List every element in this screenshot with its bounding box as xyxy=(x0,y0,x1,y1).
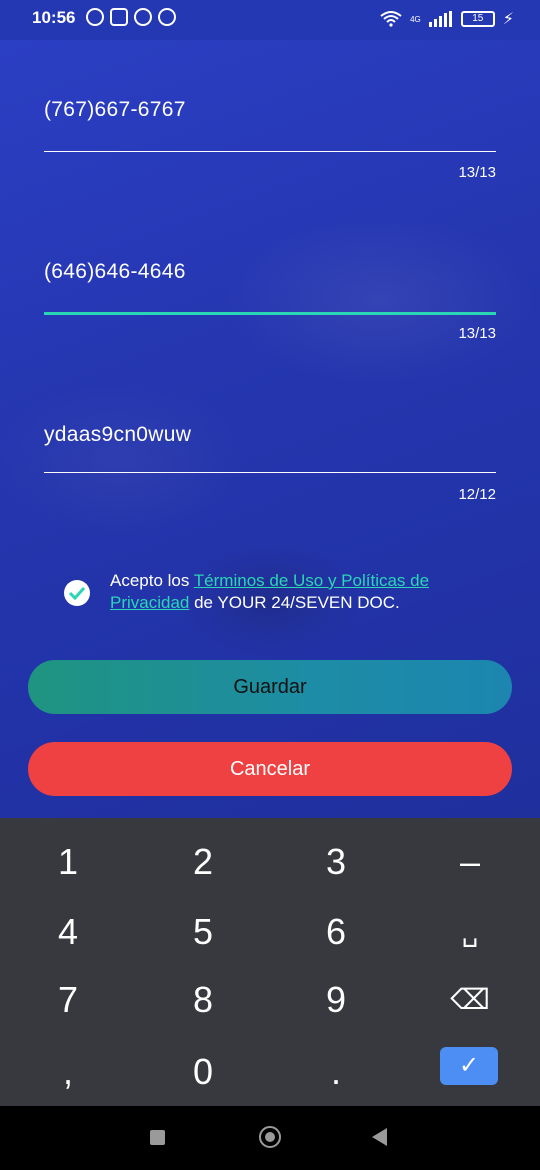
code-field-value[interactable]: ydaas9cn0wuw xyxy=(44,423,496,447)
signal-icon xyxy=(428,11,453,27)
key-1[interactable]: 1 xyxy=(8,830,128,894)
charging-icon: ⚡ xyxy=(502,11,514,28)
wifi-icon xyxy=(380,11,402,27)
system-icons: 4G 15 ⚡ xyxy=(380,9,514,29)
key-3[interactable]: 3 xyxy=(276,830,396,894)
app-icon xyxy=(158,8,176,26)
phone-field-2[interactable]: (646)646-4646 xyxy=(44,260,496,315)
phone-field-2-counter: 13/13 xyxy=(458,325,496,342)
code-field-counter: 12/12 xyxy=(458,486,496,503)
terms-checkbox[interactable] xyxy=(64,580,90,606)
backspace-key[interactable]: ⌫ xyxy=(410,968,530,1032)
code-field-underline xyxy=(44,472,496,473)
phone-field-1-counter: 13/13 xyxy=(458,164,496,181)
terms-suffix: de YOUR 24/SEVEN DOC. xyxy=(189,593,400,612)
phone-field-2-underline xyxy=(44,312,496,315)
phone-field-1-underline xyxy=(44,151,496,152)
key-dash[interactable]: – xyxy=(410,830,530,894)
key-4[interactable]: 4 xyxy=(8,900,128,964)
settings-icon xyxy=(110,8,128,26)
check-icon xyxy=(69,586,85,600)
terms-text: Acepto los Términos de Uso y Políticas d… xyxy=(110,570,470,614)
key-0[interactable]: 0 xyxy=(143,1040,263,1104)
phone-field-2-value[interactable]: (646)646-4646 xyxy=(44,260,496,284)
network-type: 4G xyxy=(410,14,421,24)
status-bar: 10:56 4G 15 ⚡ xyxy=(0,0,540,40)
phone-field-1[interactable]: (767)667-6767 xyxy=(44,98,496,152)
key-9[interactable]: 9 xyxy=(276,968,396,1032)
save-button[interactable]: Guardar xyxy=(28,660,512,714)
alarm-icon xyxy=(86,8,104,26)
terms-prefix: Acepto los xyxy=(110,571,194,590)
system-navigation-bar xyxy=(0,1106,540,1170)
key-2[interactable]: 2 xyxy=(143,830,263,894)
status-time: 10:56 xyxy=(32,8,76,27)
done-key[interactable]: ✓ xyxy=(440,1047,498,1085)
code-field[interactable]: ydaas9cn0wuw xyxy=(44,423,496,473)
key-comma[interactable]: , xyxy=(8,1040,128,1104)
key-5[interactable]: 5 xyxy=(143,900,263,964)
app-icon xyxy=(134,8,152,26)
key-6[interactable]: 6 xyxy=(276,900,396,964)
profile-form-screen: (767)667-6767 13/13 (646)646-4646 13/13 … xyxy=(0,40,540,818)
terms-consent: Acepto los Términos de Uso y Políticas d… xyxy=(64,570,484,620)
key-8[interactable]: 8 xyxy=(143,968,263,1032)
numeric-keyboard: 1 2 3 – 4 5 6 ␣ 7 8 9 ⌫ , 0 . ✓ xyxy=(0,818,540,1106)
cancel-button[interactable]: Cancelar xyxy=(28,742,512,796)
space-key[interactable]: ␣ xyxy=(410,900,530,964)
home-icon[interactable] xyxy=(259,1126,281,1148)
phone-field-1-value[interactable]: (767)667-6767 xyxy=(44,98,496,122)
back-icon[interactable] xyxy=(372,1128,387,1146)
notification-icons xyxy=(86,8,176,26)
key-period[interactable]: . xyxy=(276,1040,396,1104)
key-7[interactable]: 7 xyxy=(8,968,128,1032)
battery-icon: 15 xyxy=(460,11,495,27)
recent-apps-icon[interactable] xyxy=(150,1130,165,1145)
